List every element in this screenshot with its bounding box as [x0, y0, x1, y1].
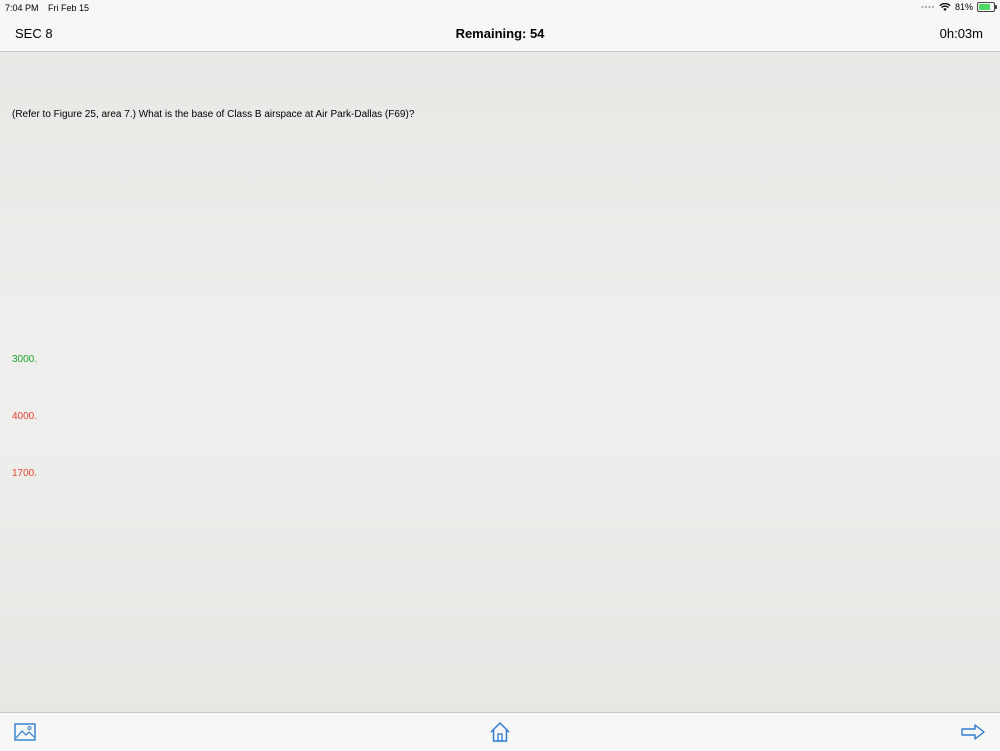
status-right: 81%: [921, 2, 997, 12]
home-icon[interactable]: [489, 721, 511, 743]
section-label[interactable]: SEC 8: [15, 26, 53, 41]
question-text: (Refer to Figure 25, area 7.) What is th…: [12, 109, 415, 120]
image-icon[interactable]: [14, 723, 36, 741]
status-bar: 7:04 PM Fri Feb 15 81%: [0, 0, 1000, 16]
answer-option-1[interactable]: 3000.: [12, 354, 37, 365]
battery-percent: 81%: [954, 2, 973, 12]
bottom-toolbar: [0, 712, 1000, 751]
wifi-icon: [939, 2, 951, 11]
battery-icon: [977, 2, 997, 12]
nav-bar: SEC 8 Remaining: 54 0h:03m: [0, 16, 1000, 52]
question-area: (Refer to Figure 25, area 7.) What is th…: [0, 52, 1000, 712]
status-time: 7:04 PM: [5, 3, 39, 13]
signal-icon: [921, 6, 934, 8]
answer-option-2[interactable]: 4000.: [12, 411, 37, 422]
status-date: Fri Feb 15: [48, 3, 90, 13]
arrow-right-icon[interactable]: [961, 724, 985, 740]
remaining-count: Remaining: 54: [455, 26, 545, 41]
answer-option-3[interactable]: 1700.: [12, 468, 37, 479]
elapsed-timer: 0h:03m: [939, 26, 983, 41]
